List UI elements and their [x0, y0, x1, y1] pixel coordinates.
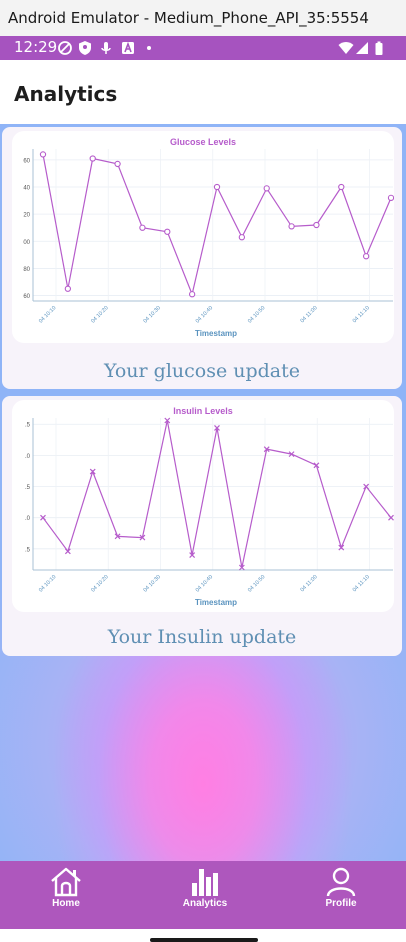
- series-line: [42, 154, 392, 297]
- insulin-chart: Insulin Levels .5 .0 .5 .0 .5 04 10:10 04 10:20…: [12, 400, 394, 612]
- profile-icon: [326, 867, 356, 897]
- gesture-area: [0, 929, 406, 942]
- window-title: Android Emulator - Medium_Phone_API_35:5…: [8, 9, 369, 27]
- x-tick-label: 04 11:10: [352, 305, 371, 324]
- status-bar: 12:29: [0, 36, 406, 60]
- x-tick-label: 04 10:40: [195, 574, 214, 593]
- y-tick-label: .5: [25, 423, 31, 429]
- nav-home[interactable]: Home: [16, 861, 116, 929]
- chart-title: Glucose Levels: [170, 137, 236, 147]
- a-icon: [122, 41, 134, 54]
- x-tick-label: 04 10:40: [195, 305, 214, 324]
- data-point: [362, 253, 370, 260]
- x-axis-label: Timestamp: [195, 329, 237, 338]
- data-point: [89, 155, 96, 162]
- x-tick-label: 04 10:20: [90, 305, 109, 324]
- data-point: [263, 185, 270, 192]
- x-axis-label: Timestamp: [195, 598, 237, 607]
- data-point: [188, 291, 196, 298]
- app-bar: Analytics: [0, 60, 406, 124]
- analytics-content[interactable]: Glucose Levels 60 40 20 00 80 60 04 10:10 04 10:…: [0, 124, 406, 861]
- shield-icon: [79, 41, 91, 55]
- x-tick-label: 04 10:50: [247, 305, 266, 324]
- glucose-chart: Glucose Levels 60 40 20 00 80 60 04 10:10 04 10:…: [12, 131, 394, 343]
- home-icon: [51, 867, 81, 897]
- mic-icon: [101, 42, 111, 54]
- y-tick-label: 60: [23, 294, 30, 300]
- signal-icon: [356, 42, 368, 54]
- glucose-caption: Your glucose update: [103, 360, 301, 382]
- data-point: [164, 228, 171, 235]
- nav-analytics[interactable]: Analytics: [155, 861, 255, 929]
- y-tick-label: .5: [25, 547, 31, 553]
- data-point: [387, 194, 394, 202]
- y-tick-label: 20: [23, 213, 30, 219]
- y-tick-label: 60: [23, 158, 30, 164]
- y-tick-label: 40: [23, 186, 30, 192]
- data-point: [64, 285, 72, 292]
- data-point: [238, 234, 246, 241]
- data-point: [213, 183, 221, 191]
- wifi-icon: [338, 42, 354, 54]
- x-tick-label: 04 10:20: [90, 574, 109, 593]
- y-tick-label: .0: [25, 516, 31, 522]
- x-tick-label: 04 11:10: [352, 574, 371, 593]
- glucose-card: Glucose Levels 60 40 20 00 80 60 04 10:10 04 10:…: [2, 127, 402, 389]
- insulin-chart-svg: Insulin Levels .5 .0 .5 .0 .5 04 10:10 04 10:20…: [25, 406, 394, 607]
- page-title: Analytics: [14, 82, 118, 106]
- insulin-caption: Your Insulin update: [107, 626, 297, 648]
- nav-home-label: Home: [52, 898, 80, 909]
- data-point: [39, 151, 47, 158]
- x-tick-label: 04 10:30: [143, 574, 162, 593]
- insulin-card: Insulin Levels .5 .0 .5 .0 .5 04 10:10 04 10:20…: [2, 396, 402, 656]
- y-tick-label: .0: [25, 454, 31, 460]
- nav-analytics-label: Analytics: [182, 898, 228, 909]
- x-tick-label: 04 11:00: [300, 305, 319, 324]
- y-tick-label: .5: [25, 485, 31, 491]
- battery-icon: [375, 41, 383, 55]
- x-tick-label: 04 10:30: [143, 305, 162, 324]
- bottom-navigation: Home Analytics Profile: [0, 861, 406, 929]
- x-tick-label: 04 10:10: [38, 574, 57, 593]
- data-point: [338, 183, 345, 191]
- x-tick-label: 04 10:50: [247, 574, 266, 593]
- x-tick-label: 04 11:00: [300, 574, 319, 593]
- do-not-disturb-icon: [58, 41, 72, 55]
- status-time: 12:29: [14, 38, 58, 56]
- home-gesture-handle[interactable]: [150, 938, 258, 942]
- nav-profile[interactable]: Profile: [291, 861, 391, 929]
- bar-chart-icon: [192, 869, 218, 896]
- chart-title: Insulin Levels: [173, 406, 233, 416]
- data-point: [313, 221, 320, 229]
- data-point: [114, 160, 121, 168]
- data-point: [288, 223, 295, 230]
- x-tick-label: 04 10:10: [38, 305, 57, 324]
- glucose-chart-svg: Glucose Levels 60 40 20 00 80 60 04 10:10 04 10:…: [23, 137, 394, 338]
- y-tick-label: 80: [23, 267, 30, 273]
- data-point: [139, 224, 146, 231]
- emulator-title-bar: Android Emulator - Medium_Phone_API_35:5…: [0, 0, 406, 36]
- dot-icon: [147, 46, 151, 50]
- nav-profile-label: Profile: [325, 898, 357, 909]
- y-tick-label: 00: [23, 240, 30, 246]
